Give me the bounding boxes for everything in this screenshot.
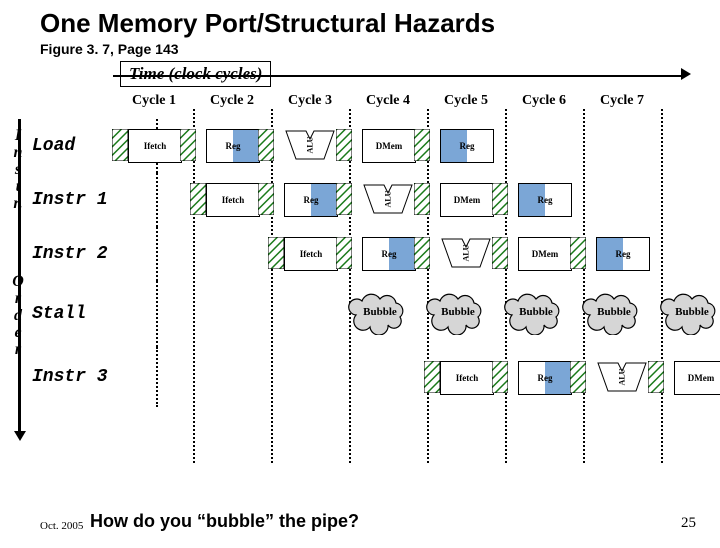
instr-row-label: Stall	[28, 281, 158, 347]
cycle-header: Cycle 1	[115, 93, 193, 109]
figure-ref: Figure 3. 7, Page 143	[40, 41, 720, 57]
stage-reg: Reg	[284, 183, 336, 215]
stage-reg: Reg	[440, 129, 492, 161]
stage-ifetch: Ifetch	[284, 237, 336, 269]
time-arrow	[113, 73, 683, 81]
cycle-header: Cycle 2	[193, 93, 271, 109]
instr-label-top: I n s t r.	[10, 127, 26, 212]
stage-dmem: DMem	[674, 361, 720, 393]
instr-row-label: Instr 2	[28, 227, 158, 281]
stage-alu: ALU	[362, 183, 414, 215]
instr-label-bot: O r d e r	[10, 273, 26, 358]
instr-row-label: Instr 3	[28, 347, 158, 407]
stage-bubble: Bubble	[584, 297, 644, 329]
stage-reg: Reg	[518, 361, 570, 393]
stage-bubble: Bubble	[662, 297, 720, 329]
cycle-header: Cycle 7	[583, 93, 661, 109]
stage-bubble: Bubble	[428, 297, 488, 329]
cycle-header: Cycle 6	[505, 93, 583, 109]
stage-reg: Reg	[518, 183, 570, 215]
stage-bubble: Bubble	[506, 297, 566, 329]
stage-dmem: DMem	[362, 129, 414, 161]
stage-alu: ALU	[596, 361, 648, 393]
instr-row-label: Instr 1	[28, 173, 158, 227]
cycle-header: Cycle 3	[271, 93, 349, 109]
stage-alu: ALU	[440, 237, 492, 269]
page-number: 25	[681, 515, 696, 532]
stage-reg: Reg	[596, 237, 648, 269]
stage-ifetch: Ifetch	[440, 361, 492, 393]
stage-bubble: Bubble	[350, 297, 410, 329]
stage-dmem: DMem	[518, 237, 570, 269]
page-title: One Memory Port/Structural Hazards	[40, 8, 720, 39]
stage-dmem: DMem	[440, 183, 492, 215]
stage-reg: Reg	[362, 237, 414, 269]
stage-ifetch: Ifetch	[206, 183, 258, 215]
stage-alu: ALU	[284, 129, 336, 161]
footer-question: How do you “bubble” the pipe?	[90, 511, 359, 532]
stage-ifetch: Ifetch	[128, 129, 180, 161]
footer-date: Oct. 2005	[40, 520, 83, 532]
pipeline-diagram: Cycle 1 Cycle 2 Cycle 3 Cycle 4 Cycle 5 …	[10, 93, 710, 463]
cycle-header: Cycle 4	[349, 93, 427, 109]
cycle-header: Cycle 5	[427, 93, 505, 109]
stage-reg: Reg	[206, 129, 258, 161]
